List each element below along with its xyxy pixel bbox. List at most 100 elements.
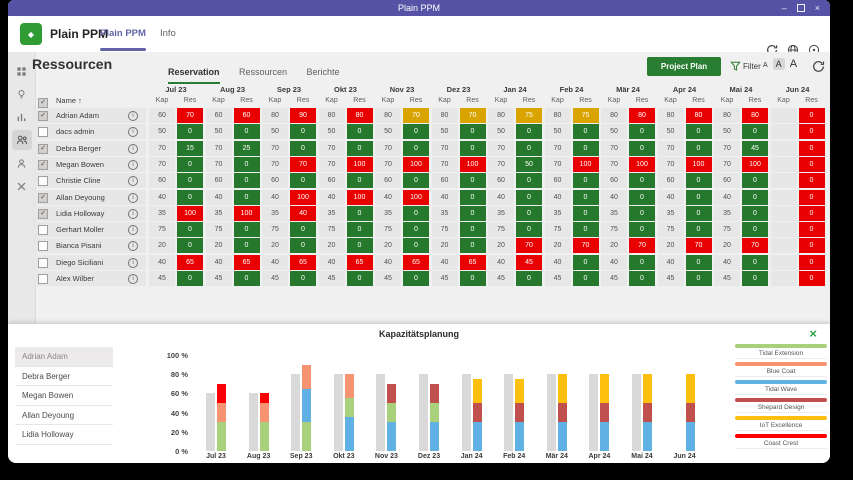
res-cell[interactable]: 60 xyxy=(234,108,260,123)
res-cell[interactable]: 0 xyxy=(290,238,316,253)
res-cell[interactable]: 65 xyxy=(403,255,429,270)
res-cell[interactable]: 0 xyxy=(799,190,825,205)
res-cell[interactable]: 70 xyxy=(742,238,768,253)
res-cell[interactable]: 0 xyxy=(629,222,655,237)
res-cell[interactable]: 0 xyxy=(177,271,203,286)
res-cell[interactable]: 0 xyxy=(799,157,825,172)
row-checkbox[interactable]: ✓ xyxy=(38,160,48,170)
res-cell[interactable]: 0 xyxy=(573,190,599,205)
maximize-button[interactable] xyxy=(797,4,805,12)
res-cell[interactable]: 70 xyxy=(460,108,486,123)
tab-info[interactable]: Info xyxy=(160,16,176,52)
res-cell[interactable]: 100 xyxy=(403,157,429,172)
res-cell[interactable]: 0 xyxy=(686,222,712,237)
res-cell[interactable]: 80 xyxy=(629,108,655,123)
res-cell[interactable]: 0 xyxy=(403,206,429,221)
res-cell[interactable]: 40 xyxy=(290,206,316,221)
info-icon[interactable]: i xyxy=(128,111,138,121)
person-list-item[interactable]: Lidia Holloway xyxy=(15,425,113,445)
res-cell[interactable]: 0 xyxy=(629,255,655,270)
res-cell[interactable]: 0 xyxy=(290,271,316,286)
res-cell[interactable]: 0 xyxy=(573,173,599,188)
res-cell[interactable]: 0 xyxy=(403,222,429,237)
info-icon[interactable]: i xyxy=(128,209,138,219)
res-cell[interactable]: 100 xyxy=(742,157,768,172)
res-cell[interactable]: 0 xyxy=(460,124,486,139)
res-cell[interactable]: 0 xyxy=(516,222,542,237)
res-cell[interactable]: 0 xyxy=(686,141,712,156)
res-cell[interactable]: 80 xyxy=(742,108,768,123)
info-icon[interactable]: i xyxy=(128,176,138,186)
info-icon[interactable]: i xyxy=(128,144,138,154)
res-cell[interactable]: 0 xyxy=(347,222,373,237)
res-cell[interactable]: 0 xyxy=(403,124,429,139)
res-cell[interactable]: 0 xyxy=(234,271,260,286)
res-cell[interactable]: 0 xyxy=(347,141,373,156)
info-icon[interactable]: i xyxy=(128,160,138,170)
res-cell[interactable]: 0 xyxy=(573,255,599,270)
chart-icon[interactable] xyxy=(12,107,32,127)
row-checkbox[interactable] xyxy=(38,176,48,186)
dashboard-icon[interactable] xyxy=(12,61,32,81)
font-large-button[interactable]: A xyxy=(790,58,797,70)
res-cell[interactable]: 0 xyxy=(742,173,768,188)
res-cell[interactable]: 70 xyxy=(403,108,429,123)
res-cell[interactable]: 0 xyxy=(177,173,203,188)
res-cell[interactable]: 70 xyxy=(516,238,542,253)
res-cell[interactable]: 0 xyxy=(573,271,599,286)
res-cell[interactable]: 0 xyxy=(347,238,373,253)
res-cell[interactable]: 70 xyxy=(686,238,712,253)
res-cell[interactable]: 65 xyxy=(290,255,316,270)
res-cell[interactable]: 0 xyxy=(799,238,825,253)
res-cell[interactable]: 25 xyxy=(234,141,260,156)
person-list-item[interactable]: Adrian Adam xyxy=(15,347,113,367)
res-cell[interactable]: 0 xyxy=(234,157,260,172)
res-cell[interactable]: 0 xyxy=(799,141,825,156)
res-cell[interactable]: 100 xyxy=(686,157,712,172)
res-cell[interactable]: 0 xyxy=(403,271,429,286)
tab-ressourcen[interactable]: Ressourcen xyxy=(239,67,287,82)
res-cell[interactable]: 0 xyxy=(290,222,316,237)
res-cell[interactable]: 0 xyxy=(799,255,825,270)
res-cell[interactable]: 0 xyxy=(629,271,655,286)
res-cell[interactable]: 0 xyxy=(799,124,825,139)
lightbulb-icon[interactable] xyxy=(12,84,32,104)
res-cell[interactable]: 65 xyxy=(177,255,203,270)
res-cell[interactable]: 0 xyxy=(460,173,486,188)
res-cell[interactable]: 100 xyxy=(234,206,260,221)
res-cell[interactable]: 0 xyxy=(629,124,655,139)
res-cell[interactable]: 15 xyxy=(177,141,203,156)
res-cell[interactable]: 0 xyxy=(742,222,768,237)
res-cell[interactable]: 65 xyxy=(234,255,260,270)
res-cell[interactable]: 0 xyxy=(460,141,486,156)
font-small-button[interactable]: A xyxy=(763,62,768,69)
res-cell[interactable]: 0 xyxy=(742,271,768,286)
res-cell[interactable]: 0 xyxy=(460,238,486,253)
res-cell[interactable]: 90 xyxy=(290,108,316,123)
res-cell[interactable]: 0 xyxy=(460,206,486,221)
res-cell[interactable]: 0 xyxy=(629,141,655,156)
row-checkbox[interactable] xyxy=(38,127,48,137)
res-cell[interactable]: 100 xyxy=(573,157,599,172)
row-checkbox[interactable] xyxy=(38,241,48,251)
res-cell[interactable]: 0 xyxy=(290,141,316,156)
res-cell[interactable]: 0 xyxy=(686,190,712,205)
res-cell[interactable]: 0 xyxy=(234,238,260,253)
res-cell[interactable]: 0 xyxy=(573,141,599,156)
res-cell[interactable]: 100 xyxy=(290,190,316,205)
panel-close-icon[interactable]: × xyxy=(809,326,817,341)
res-cell[interactable]: 0 xyxy=(742,190,768,205)
res-cell[interactable]: 0 xyxy=(177,124,203,139)
person-list-item[interactable]: Megan Bowen xyxy=(15,386,113,406)
res-cell[interactable]: 75 xyxy=(516,108,542,123)
row-checkbox[interactable]: ✓ xyxy=(38,144,48,154)
res-cell[interactable]: 0 xyxy=(516,173,542,188)
res-cell[interactable]: 100 xyxy=(347,157,373,172)
row-checkbox[interactable]: ✓ xyxy=(38,111,48,121)
res-cell[interactable]: 0 xyxy=(686,271,712,286)
res-cell[interactable]: 80 xyxy=(686,108,712,123)
res-cell[interactable]: 0 xyxy=(403,141,429,156)
minimize-button[interactable]: – xyxy=(782,0,787,16)
person-icon[interactable] xyxy=(12,153,32,173)
res-cell[interactable]: 65 xyxy=(347,255,373,270)
